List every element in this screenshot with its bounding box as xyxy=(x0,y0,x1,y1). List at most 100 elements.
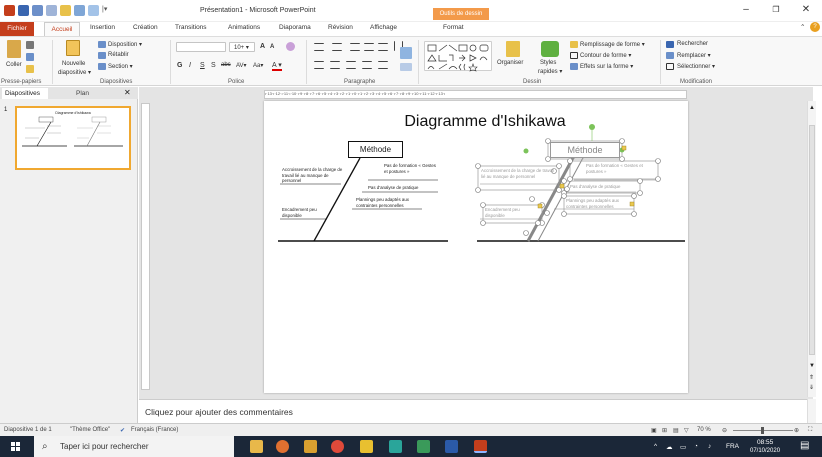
notes-scrollbar[interactable] xyxy=(807,399,816,423)
tab-fichier[interactable]: Fichier xyxy=(0,22,34,36)
help-icon[interactable]: ? xyxy=(810,22,820,32)
scroll-up-icon[interactable]: ▲ xyxy=(809,105,815,111)
volume-icon[interactable]: ♪ xyxy=(708,443,711,450)
input-language[interactable]: FRA xyxy=(726,443,739,450)
section-button[interactable]: Section ▾ xyxy=(108,63,133,70)
reset-button[interactable]: Rétablir xyxy=(108,52,129,58)
tab-diapositives[interactable]: Diapositives xyxy=(2,88,48,99)
methode-box-copy[interactable]: Méthode xyxy=(550,142,620,158)
shrink-font-button[interactable]: A xyxy=(270,44,274,50)
scroll-down-icon[interactable]: ▼ xyxy=(809,363,815,369)
underline-button[interactable]: S xyxy=(200,62,205,69)
firefox-icon[interactable] xyxy=(276,440,289,453)
chrome-icon[interactable] xyxy=(331,440,344,453)
new-slide-button[interactable]: Nouvelle xyxy=(62,61,85,67)
font-color-button[interactable]: A ▾ xyxy=(272,61,282,71)
clock-date[interactable]: 07/10/2020 xyxy=(750,448,780,454)
powerpoint-taskbar-icon[interactable] xyxy=(474,440,487,453)
align-right-icon[interactable] xyxy=(346,61,356,69)
notes-pane[interactable]: Cliquez pour ajouter des commentaires xyxy=(139,399,807,423)
char-spacing-button[interactable]: AV▾ xyxy=(236,62,247,69)
cut-icon[interactable] xyxy=(26,41,34,49)
arrange-icon[interactable] xyxy=(506,41,520,57)
save-icon[interactable] xyxy=(18,5,29,16)
slideshow-view-icon[interactable]: ▽ xyxy=(684,427,689,434)
decrease-indent-icon[interactable] xyxy=(350,43,360,51)
tray-chevron-icon[interactable]: ^ xyxy=(654,443,657,450)
tab-accueil[interactable]: Accueil xyxy=(44,22,80,36)
reading-view-icon[interactable]: ▤ xyxy=(673,427,679,434)
numbering-icon[interactable] xyxy=(332,43,342,51)
new-slide-dropdown[interactable]: diapositive ▾ xyxy=(58,69,91,76)
quick-styles-dropdown[interactable]: rapides ▾ xyxy=(538,68,562,75)
status-theme[interactable]: "Thème Office" xyxy=(70,427,110,433)
label-analyse[interactable]: Pas d'analyse de pratique xyxy=(368,185,438,191)
label-plannings[interactable]: Plannings peu adaptés aux contraintes pe… xyxy=(356,197,422,208)
zoom-slider-thumb[interactable] xyxy=(761,427,764,434)
close-button[interactable]: ✕ xyxy=(796,5,816,17)
arrange-button[interactable]: Organiser xyxy=(497,60,523,66)
fit-slide-icon[interactable]: ⛶ xyxy=(808,427,812,434)
tab-affichage[interactable]: Affichage xyxy=(370,24,397,31)
align-columns-icon[interactable] xyxy=(378,61,388,69)
tab-format[interactable]: Format xyxy=(443,24,464,31)
file-explorer-icon[interactable] xyxy=(250,440,263,453)
shadow-button[interactable]: S xyxy=(211,62,216,69)
find-button[interactable]: Rechercher xyxy=(677,41,708,47)
slide-sorter-icon[interactable]: ⊞ xyxy=(662,427,667,434)
smartart-icon[interactable] xyxy=(400,63,412,71)
align-left-icon[interactable] xyxy=(314,61,324,69)
shape-outline-button[interactable]: Contour de forme ▾ xyxy=(580,52,631,59)
wifi-icon[interactable]: ◔ xyxy=(694,443,698,450)
font-family-combo[interactable] xyxy=(176,42,226,52)
align-center-icon[interactable] xyxy=(330,61,340,69)
label-plannings-copy[interactable]: Plannings peu adaptés aux contraintes pe… xyxy=(566,198,632,209)
normal-view-icon[interactable]: ▣ xyxy=(651,427,657,434)
justify-icon[interactable] xyxy=(362,61,372,69)
customize-qat-icon[interactable]: |▾ xyxy=(102,5,107,16)
spell-check-icon[interactable]: ✔ xyxy=(120,427,125,434)
slideshow-icon[interactable] xyxy=(88,5,99,16)
print-preview-icon[interactable] xyxy=(74,5,85,16)
bullets-icon[interactable] xyxy=(314,43,324,51)
quick-styles-button[interactable]: Styles xyxy=(540,60,556,66)
select-button[interactable]: Sélectionner ▾ xyxy=(677,63,715,70)
publisher-icon[interactable] xyxy=(389,440,402,453)
tab-revision[interactable]: Révision xyxy=(328,24,353,31)
paste-button[interactable]: Coller xyxy=(6,62,22,68)
replace-button[interactable]: Remplacer ▾ xyxy=(677,52,711,59)
excel-icon[interactable] xyxy=(417,440,430,453)
tab-plan[interactable]: Plan xyxy=(76,88,89,99)
shape-fill-button[interactable]: Remplissage de forme ▾ xyxy=(580,41,645,48)
new-slide-icon[interactable] xyxy=(66,40,80,56)
copy-icon[interactable] xyxy=(26,53,34,61)
label-accroissement[interactable]: Accroissement de la charge de travail li… xyxy=(282,167,344,184)
open-folder-icon[interactable] xyxy=(60,5,71,16)
close-panel-button[interactable]: ✕ xyxy=(124,87,131,99)
label-accroissement-copy[interactable]: Accroissement de la charge de travail li… xyxy=(481,168,557,179)
minimize-ribbon-icon[interactable]: ⌃ xyxy=(800,23,805,31)
bold-button[interactable]: G xyxy=(177,62,182,69)
app-icon[interactable] xyxy=(360,440,373,453)
clear-format-icon[interactable] xyxy=(286,42,295,51)
maximize-button[interactable]: ❐ xyxy=(766,5,786,17)
tab-creation[interactable]: Création xyxy=(133,24,158,31)
grow-font-button[interactable]: A xyxy=(260,43,265,50)
folder-app-icon[interactable] xyxy=(304,440,317,453)
zoom-out-icon[interactable]: ⊖ xyxy=(722,427,727,434)
methode-box[interactable]: Méthode xyxy=(348,141,403,158)
quick-styles-icon[interactable] xyxy=(541,41,559,57)
tab-animations[interactable]: Animations xyxy=(228,24,260,31)
line-spacing-icon[interactable] xyxy=(378,43,388,51)
zoom-level[interactable]: 70 % xyxy=(697,427,711,433)
increase-indent-icon[interactable] xyxy=(364,43,374,51)
label-formation-copy[interactable]: Pas de formation « Gestes et postures » xyxy=(586,163,656,174)
clock-time[interactable]: 08:55 xyxy=(757,439,773,446)
shapes-gallery[interactable] xyxy=(424,41,492,72)
tab-transitions[interactable]: Transitions xyxy=(175,24,207,31)
undo-icon[interactable] xyxy=(32,5,43,16)
battery-icon[interactable]: ▭ xyxy=(680,443,686,451)
format-painter-icon[interactable] xyxy=(26,65,34,73)
vertical-scrollbar[interactable]: ▲ ▼ ⇑ ⇓ xyxy=(807,101,816,397)
status-language[interactable]: Français (France) xyxy=(131,427,178,433)
